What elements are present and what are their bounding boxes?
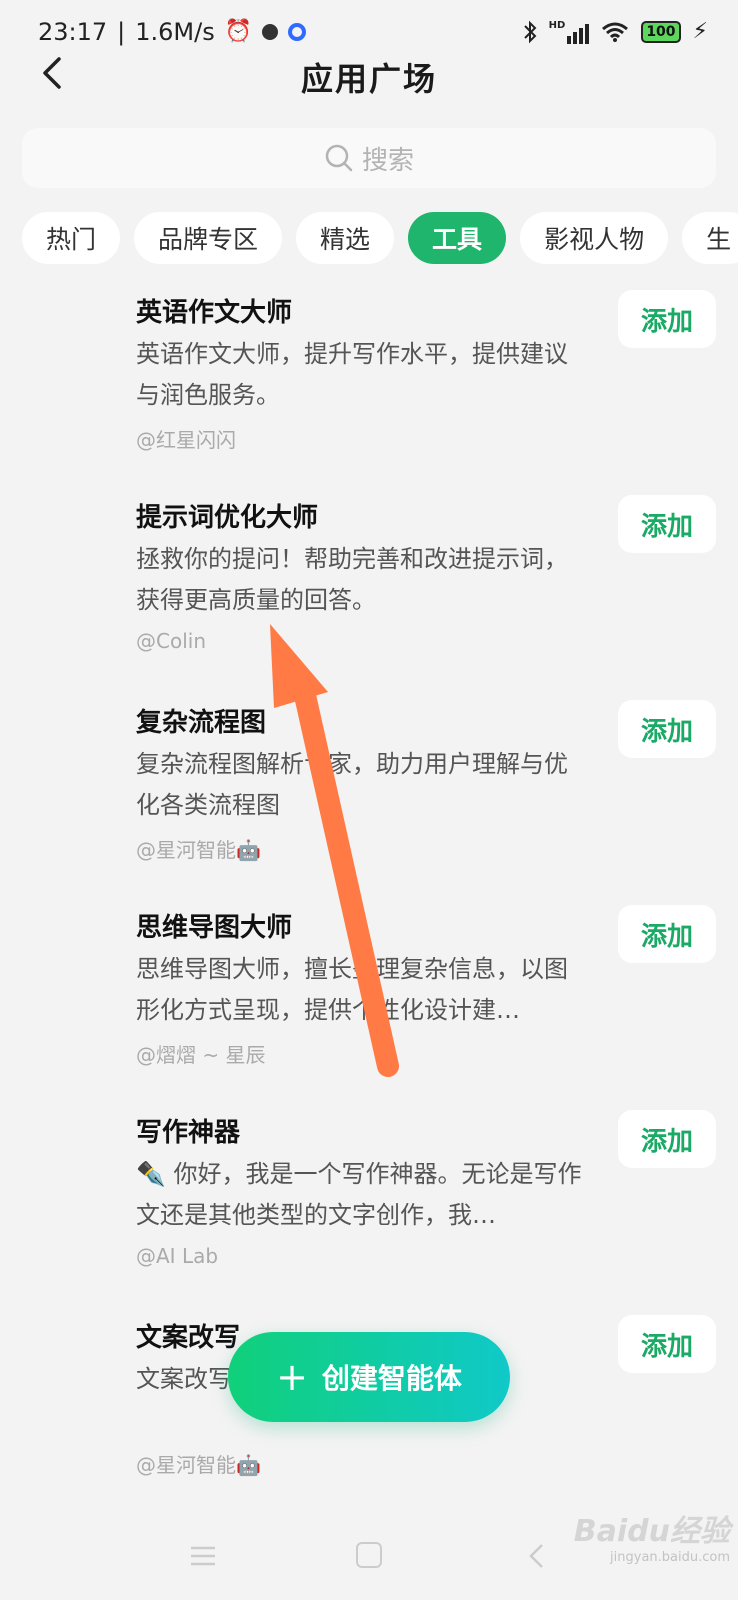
item-description: ✒️ 你好，我是一个写作神器。无论是写作文还是其他类型的文字创作，我…	[136, 1160, 582, 1229]
header: 应用广场	[0, 52, 738, 98]
search-placeholder: 搜索	[361, 145, 414, 176]
network-type: HD	[548, 20, 566, 31]
add-button[interactable]: 添加	[618, 1315, 716, 1373]
item-title: 提示词优化大师	[136, 503, 319, 533]
item-author: @熠熠 ~ 星辰	[136, 1043, 266, 1067]
item-title: 英语作文大师	[136, 298, 293, 328]
signal-icon: HD	[549, 20, 590, 44]
add-button[interactable]: 添加	[618, 290, 716, 348]
watermark-logo: Baidu经验	[573, 1514, 730, 1549]
status-net-speed: 1.6M/s	[135, 18, 215, 46]
item-author: @Colin	[136, 629, 206, 653]
watermark-domain: jingyan.baidu.com	[610, 1550, 730, 1565]
add-button[interactable]: 添加	[618, 1110, 716, 1168]
status-time: 23:17	[38, 18, 108, 46]
list-item[interactable]: 思维导图大师 思维导图大师，擅长整理复杂信息，以图形化方式呈现，提供个性化设计建…	[0, 899, 738, 1104]
list-item[interactable]: 提示词优化大师 拯救你的提问！帮助完善和改进提示词，获得更高质量的回答。 @Co…	[0, 489, 738, 694]
search-icon	[325, 144, 353, 172]
nav-back-icon[interactable]	[526, 1542, 546, 1570]
app-notification-icon	[262, 24, 279, 40]
list-item[interactable]: 英语作文大师 英语作文大师，提升写作水平，提供建议与润色服务。 @红星闪闪 添加	[0, 284, 738, 489]
tab-more[interactable]: 生	[682, 212, 738, 264]
item-description: 英语作文大师，提升写作水平，提供建议与润色服务。	[136, 340, 568, 409]
app-notification-blue-icon	[288, 23, 307, 41]
status-left: 23:17 | 1.6M/s ⏰	[38, 18, 307, 46]
item-title: 写作神器	[136, 1118, 241, 1148]
item-author: @星河智能🤖	[136, 838, 261, 862]
home-icon[interactable]	[356, 1542, 382, 1568]
create-agent-label: 创建智能体	[321, 1362, 462, 1395]
item-description: 拯救你的提问！帮助完善和改进提示词，获得更高质量的回答。	[136, 545, 568, 614]
add-button[interactable]: 添加	[618, 700, 716, 758]
add-button[interactable]: 添加	[618, 495, 716, 553]
menu-icon[interactable]	[188, 1544, 218, 1568]
battery-level: 100	[646, 24, 676, 40]
tab-film-people[interactable]: 影视人物	[520, 212, 669, 264]
list-item[interactable]: 复杂流程图 复杂流程图解析专家，助力用户理解与优化各类流程图 @星河智能🤖 添加	[0, 694, 738, 899]
item-title: 复杂流程图	[136, 708, 267, 738]
battery-icon: 100	[641, 21, 681, 43]
item-author: @星河智能🤖	[136, 1453, 261, 1477]
item-author: @红星闪闪	[136, 428, 236, 452]
tab-brand-zone[interactable]: 品牌专区	[134, 212, 283, 264]
item-description: 思维导图大师，擅长整理复杂信息，以图形化方式呈现，提供个性化设计建…	[136, 955, 568, 1024]
item-description: 复杂流程图解析专家，助力用户理解与优化各类流程图	[136, 750, 568, 819]
status-divider: |	[117, 18, 126, 46]
bluetooth-icon	[523, 20, 537, 44]
item-title: 文案改写	[136, 1323, 241, 1353]
status-right: HD 100 ⚡	[523, 20, 708, 44]
page-title: 应用广场	[300, 60, 437, 98]
search-input[interactable]: 搜索	[22, 128, 716, 188]
wifi-icon	[602, 22, 629, 42]
item-author: @AI Lab	[136, 1244, 219, 1268]
tab-hot[interactable]: 热门	[22, 212, 121, 264]
plus-icon: +	[276, 1355, 308, 1399]
create-agent-button[interactable]: + 创建智能体	[228, 1332, 510, 1422]
baidu-watermark: Baidu经验 jingyan.baidu.com	[560, 1506, 730, 1566]
alarm-icon: ⏰	[224, 19, 253, 44]
charging-icon: ⚡	[692, 19, 708, 44]
app-list: 英语作文大师 英语作文大师，提升写作水平，提供建议与润色服务。 @红星闪闪 添加…	[0, 284, 738, 1514]
tab-tools[interactable]: 工具	[408, 212, 507, 264]
list-item[interactable]: 写作神器 ✒️ 你好，我是一个写作神器。无论是写作文还是其他类型的文字创作，我……	[0, 1104, 738, 1309]
category-tabs: 热门 品牌专区 精选 工具 影视人物 生	[22, 212, 738, 266]
add-button[interactable]: 添加	[618, 905, 716, 963]
tab-featured[interactable]: 精选	[296, 212, 395, 264]
item-title: 思维导图大师	[136, 913, 293, 943]
